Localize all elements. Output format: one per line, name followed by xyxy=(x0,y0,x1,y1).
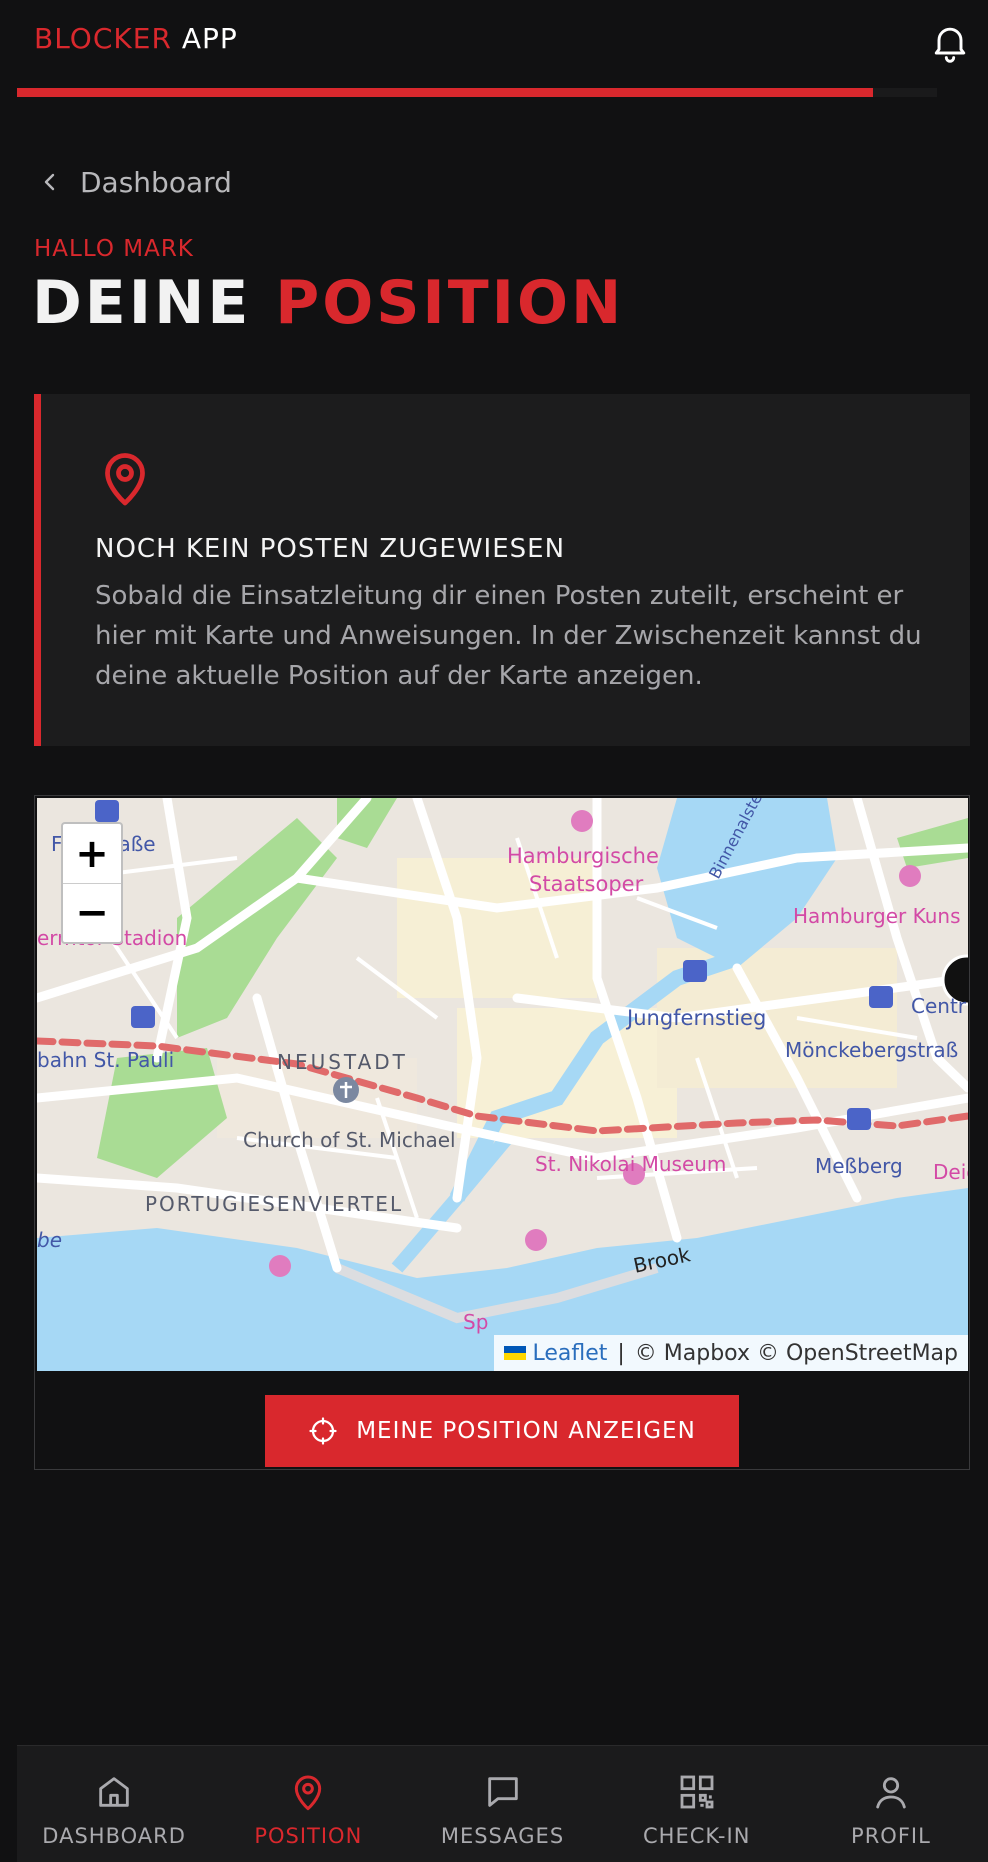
page-title-part1: DEINE xyxy=(32,268,276,338)
map-pin-icon xyxy=(295,1775,322,1811)
brand-part-app: APP xyxy=(171,22,238,55)
map-label: PORTUGIESENVIERTEL xyxy=(145,1192,404,1216)
nav-label: DASHBOARD xyxy=(42,1824,186,1848)
back-link-label: Dashboard xyxy=(80,165,232,199)
leaflet-link[interactable]: Leaflet xyxy=(532,1341,607,1366)
map-label: Centr xyxy=(911,994,967,1018)
greeting: HALLO MARK xyxy=(34,236,194,262)
show-my-position-label: MEINE POSITION ANZEIGEN xyxy=(356,1418,696,1444)
bottom-nav: DASHBOARD POSITION MESSAGES CHECK-IN PRO… xyxy=(17,1745,988,1862)
zoom-out-button[interactable]: − xyxy=(63,883,121,942)
map-label: bahn St. Pauli xyxy=(37,1048,175,1072)
message-icon xyxy=(487,1777,518,1807)
nav-item-check-in[interactable]: CHECK-IN xyxy=(600,1746,794,1862)
map-view[interactable]: Feldstraße Hamburgische Staatsoper Binne… xyxy=(37,798,968,1371)
back-to-dashboard-link[interactable]: Dashboard xyxy=(38,164,232,200)
page-title-part2: POSITION xyxy=(275,268,625,338)
page-title: DEINE POSITION xyxy=(32,268,624,338)
nav-label: CHECK-IN xyxy=(642,1824,751,1848)
map-label: be xyxy=(37,1228,62,1252)
nav-label: MESSAGES xyxy=(440,1824,565,1848)
notice-text: Sobald die Einsatzleitung dir einen Post… xyxy=(95,581,922,691)
progress-bar-fill xyxy=(17,88,873,97)
nav-label: POSITION xyxy=(254,1824,363,1848)
attribution-text[interactable]: © Mapbox © OpenStreetMap xyxy=(635,1341,958,1366)
nav-item-dashboard[interactable]: DASHBOARD xyxy=(17,1746,211,1862)
zoom-in-button[interactable]: + xyxy=(63,824,121,883)
show-my-position-button[interactable]: MEINE POSITION ANZEIGEN xyxy=(265,1395,739,1467)
attribution-separator: | xyxy=(617,1340,625,1366)
map-label: Sp xyxy=(463,1310,489,1334)
no-post-notice: NOCH KEIN POSTEN ZUGEWIESEN Sobald die E… xyxy=(34,394,970,746)
map-label: NEUSTADT xyxy=(277,1050,408,1074)
map-label: Jungfernstieg xyxy=(627,1006,767,1030)
map-label: Deic xyxy=(933,1160,968,1184)
map-label: Mönckebergstraß xyxy=(785,1038,959,1062)
crosshair-icon xyxy=(309,1417,337,1445)
nav-item-profil[interactable]: PROFIL xyxy=(794,1746,988,1862)
map-label: Hamburgische xyxy=(507,844,659,868)
nav-item-position[interactable]: POSITION xyxy=(211,1746,405,1862)
chevron-left-icon xyxy=(44,173,55,191)
notice-title: NOCH KEIN POSTEN ZUGEWIESEN xyxy=(95,534,566,564)
ukraine-flag-icon xyxy=(504,1346,527,1360)
map-label: Staatsoper xyxy=(529,872,644,896)
map-label: St. Nikolai Museum xyxy=(535,1152,727,1176)
user-icon xyxy=(876,1777,906,1809)
map-label: Church of St. Michael xyxy=(243,1128,456,1152)
map-card: Feldstraße Hamburgische Staatsoper Binne… xyxy=(34,795,970,1470)
qr-code-icon xyxy=(680,1775,714,1809)
map-label: Meßberg xyxy=(815,1154,903,1178)
nav-label: PROFIL xyxy=(851,1824,931,1848)
home-icon xyxy=(99,1777,129,1807)
brand-part-blocker: BLOCKER xyxy=(34,22,172,55)
app-brand[interactable]: BLOCKER APP xyxy=(34,22,238,55)
map-label: Hamburger Kuns xyxy=(793,904,961,928)
progress-bar xyxy=(17,88,937,97)
bell-icon[interactable] xyxy=(928,20,972,64)
map-attribution: Leaflet | © Mapbox © OpenStreetMap xyxy=(494,1335,968,1371)
top-bar: BLOCKER APP xyxy=(0,0,988,98)
map-tiles xyxy=(37,798,968,1371)
map-pin-icon xyxy=(95,446,155,510)
map-zoom-control: + − xyxy=(61,822,123,944)
nav-item-messages[interactable]: MESSAGES xyxy=(405,1746,599,1862)
